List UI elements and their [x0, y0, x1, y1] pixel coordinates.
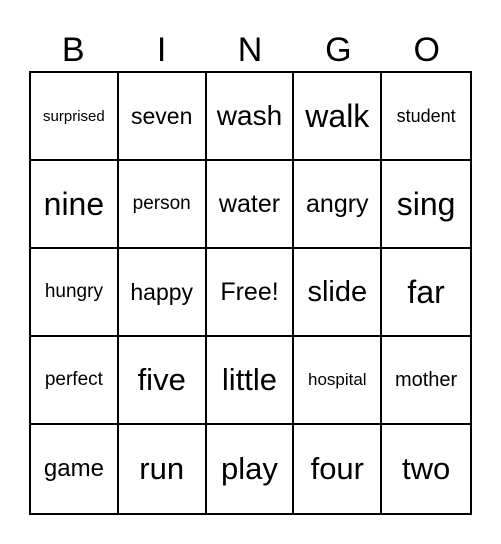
header-letter-i: I — [156, 31, 167, 69]
bingo-cell[interactable]: far — [382, 249, 470, 337]
header-letter-b: B — [61, 31, 85, 69]
bingo-grid: surprised seven wash walk student nine person w… — [29, 71, 472, 515]
bingo-cell[interactable]: angry — [294, 161, 383, 249]
bingo-cell[interactable]: five — [118, 337, 207, 425]
bingo-cell[interactable]: mother — [382, 337, 470, 425]
bingo-cell[interactable]: hungry — [31, 249, 119, 337]
bingo-cell[interactable]: person — [118, 161, 207, 249]
bingo-header: B I N G O — [29, 30, 471, 70]
bingo-cell[interactable]: wash — [206, 73, 295, 161]
bingo-cell[interactable]: hospital — [294, 337, 383, 425]
bingo-cell[interactable]: little — [206, 337, 295, 425]
bingo-cell[interactable]: surprised — [31, 73, 119, 161]
bingo-cell[interactable]: sing — [382, 161, 470, 249]
header-letter-n: N — [237, 31, 263, 69]
bingo-cell[interactable]: nine — [31, 161, 119, 249]
free-space-cell[interactable]: Free! — [206, 249, 295, 337]
bingo-cell[interactable]: student — [382, 73, 470, 161]
bingo-cell[interactable]: walk — [294, 73, 383, 161]
bingo-cell[interactable]: perfect — [31, 337, 119, 425]
bingo-cell[interactable]: play — [207, 425, 295, 513]
bingo-cell[interactable]: run — [119, 425, 207, 513]
bingo-cell[interactable]: two — [382, 425, 470, 513]
bingo-cell[interactable]: happy — [118, 249, 207, 337]
bingo-cell[interactable]: slide — [294, 249, 383, 337]
bingo-cell[interactable]: seven — [118, 73, 207, 161]
bingo-cell[interactable]: four — [294, 425, 383, 513]
header-letter-g: G — [325, 31, 352, 69]
header-letter-o: O — [413, 31, 440, 69]
bingo-cell[interactable]: game — [31, 425, 119, 513]
bingo-cell[interactable]: water — [206, 161, 295, 249]
